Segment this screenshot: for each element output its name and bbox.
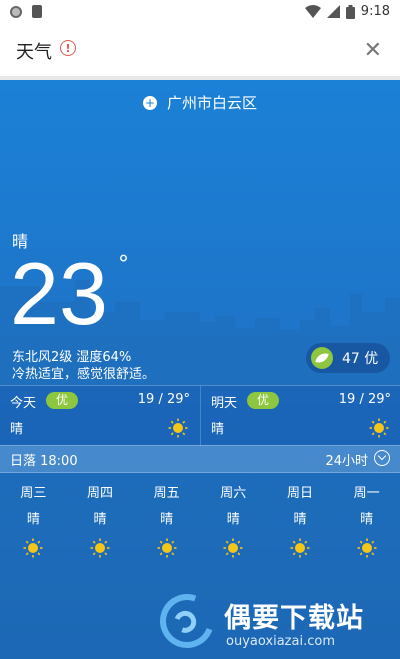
notification-dot-icon: [10, 5, 22, 18]
wifi-icon: [304, 5, 321, 18]
close-icon[interactable]: ✕: [364, 38, 382, 63]
sun-icon: [369, 418, 389, 442]
leaf-icon: [311, 347, 333, 369]
chevron-down-icon[interactable]: [374, 450, 390, 466]
sun-icon: [200, 538, 267, 558]
weekday-column[interactable]: 周三 晴: [0, 482, 67, 558]
comfort-text: 冷热适宜，感觉很舒适。: [12, 367, 156, 382]
sun-icon: [267, 538, 334, 558]
two-day-forecast: 今天 优 19 / 29° 晴 明天 优 19 / 29° 晴: [0, 385, 400, 446]
status-time: 9:18: [360, 4, 390, 19]
tomorrow-label: 明天: [211, 396, 238, 411]
sun-icon: [168, 418, 188, 442]
weekday-label: 周日: [286, 486, 313, 501]
sun-icon: [333, 538, 400, 558]
sim-card-icon: [32, 5, 42, 18]
today-forecast[interactable]: 今天 优 19 / 29° 晴: [0, 386, 200, 446]
weekday-condition: 晴: [293, 512, 307, 527]
tomorrow-forecast[interactable]: 明天 优 19 / 29° 晴: [200, 386, 400, 446]
tomorrow-condition: 晴: [211, 422, 225, 437]
watermark-logo: [151, 585, 223, 657]
current-temperature: 23: [10, 244, 108, 343]
sun-icon: [67, 538, 134, 558]
app-title: 天气: [16, 42, 52, 63]
aqi-pill[interactable]: 47 优: [306, 343, 390, 373]
today-condition: 晴: [10, 422, 24, 437]
alert-icon[interactable]: !: [60, 40, 76, 56]
weekday-condition: 晴: [93, 512, 107, 527]
location-bar[interactable]: + 广州市白云区: [0, 92, 400, 113]
watermark-url: ouyaoxiazai.com: [226, 634, 335, 649]
today-label: 今天: [10, 396, 37, 411]
status-bar: 9:18: [0, 0, 400, 24]
sunset-time: 日落 18:00: [10, 454, 78, 469]
weekday-label: 周五: [153, 486, 180, 501]
tomorrow-aqi-badge: 优: [247, 392, 279, 409]
weekday-condition: 晴: [360, 512, 374, 527]
weekday-label: 周四: [86, 486, 113, 501]
weekday-label: 周一: [353, 486, 380, 501]
sun-icon: [133, 538, 200, 558]
sunset-bar: 日落 18:00 24小时: [0, 445, 400, 473]
weekday-column[interactable]: 周一 晴: [333, 482, 400, 558]
weekday-column[interactable]: 周日 晴: [267, 482, 334, 558]
sun-icon: [0, 538, 67, 558]
aqi-value: 47 优: [342, 351, 379, 367]
watermark-name: 偶要下载站: [224, 603, 364, 634]
weekday-column[interactable]: 周五 晴: [133, 482, 200, 558]
weekday-column[interactable]: 周四 晴: [67, 482, 134, 558]
battery-icon: [345, 4, 355, 19]
watermark: 偶要下载站 ouyaoxiazai.com: [151, 585, 400, 659]
degree-symbol: °: [118, 252, 129, 277]
weekday-condition: 晴: [160, 512, 174, 527]
weekday-condition: 晴: [26, 512, 40, 527]
weekday-column[interactable]: 周六 晴: [200, 482, 267, 558]
today-temp-range: 19 / 29°: [137, 392, 190, 407]
app-bar: 天气 ! ✕: [0, 24, 400, 76]
today-aqi-badge: 优: [46, 392, 78, 409]
hourly-toggle-label[interactable]: 24小时: [325, 450, 368, 469]
weekday-label: 周六: [220, 486, 247, 501]
weekday-label: 周三: [20, 486, 47, 501]
tomorrow-temp-range: 19 / 29°: [338, 392, 391, 407]
weekday-condition: 晴: [226, 512, 240, 527]
location-label: 广州市白云区: [166, 94, 257, 112]
add-location-icon[interactable]: +: [142, 96, 157, 110]
weather-card: + 广州市白云区 晴 23 ° 东北风2级 湿度64% 冷热适宜，感觉很舒适。 4…: [0, 80, 400, 659]
signal-icon: [326, 5, 340, 18]
weekly-forecast: 周三 晴 周四 晴 周五 晴 周六 晴 周日 晴 周一 晴: [0, 482, 400, 558]
